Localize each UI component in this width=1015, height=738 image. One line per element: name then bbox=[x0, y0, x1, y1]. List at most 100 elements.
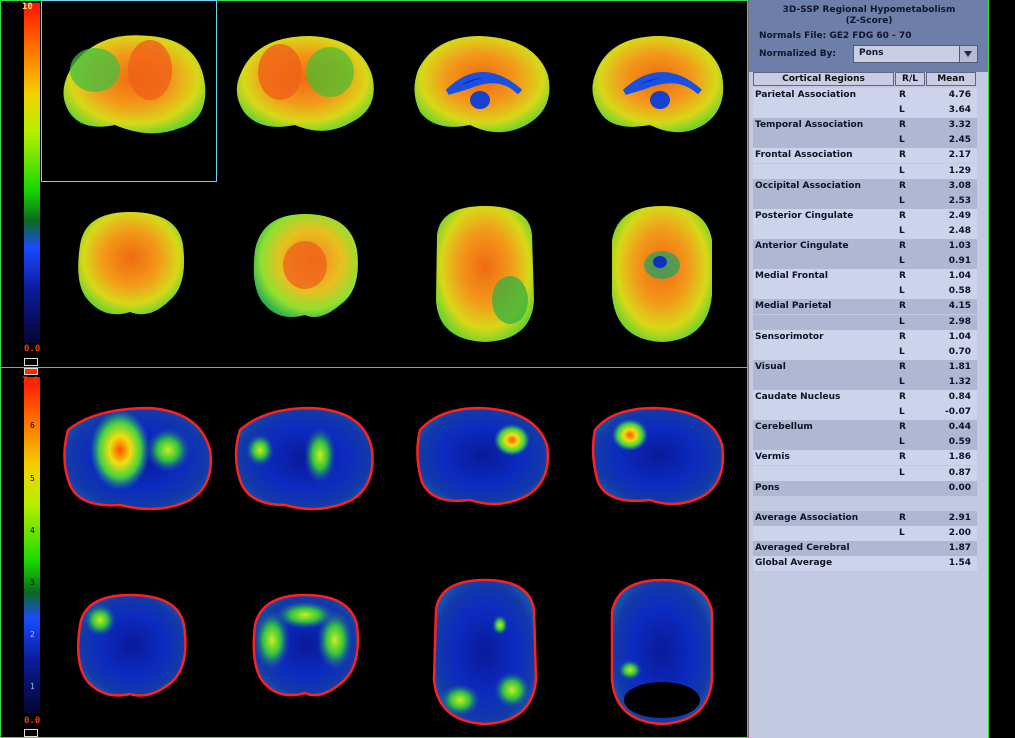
table-row[interactable]: L 0.59 bbox=[753, 435, 977, 451]
region-mean: 1.87 bbox=[948, 543, 971, 553]
table-row[interactable]: Medial Parietal R 4.15 bbox=[753, 299, 977, 315]
table-row[interactable]: L 0.87 bbox=[753, 465, 977, 481]
table-row[interactable]: L 2.48 bbox=[753, 223, 977, 239]
region-mean: 4.15 bbox=[948, 301, 971, 312]
brain-projections bbox=[63, 35, 725, 726]
region-name: Temporal Association bbox=[755, 120, 864, 131]
region-side: R bbox=[899, 271, 906, 282]
region-side: L bbox=[899, 256, 905, 267]
lower-anterior-view bbox=[77, 593, 187, 697]
table-row[interactable]: Anterior Cingulate R 1.03 bbox=[753, 239, 977, 254]
region-mean: 1.03 bbox=[948, 241, 971, 251]
table-row[interactable]: L 2.00 bbox=[753, 525, 977, 541]
table-row[interactable]: Average Association R 2.91 bbox=[753, 510, 977, 526]
table-row[interactable]: L 1.29 bbox=[753, 163, 977, 179]
region-mean: 3.32 bbox=[948, 120, 971, 131]
region-side: L bbox=[899, 105, 905, 116]
table-row[interactable]: Posterior Cingulate R 2.49 bbox=[753, 208, 977, 224]
header-mean[interactable]: Mean bbox=[926, 72, 976, 86]
region-mean: 2.45 bbox=[948, 135, 971, 146]
chevron-down-icon[interactable] bbox=[959, 46, 977, 62]
region-side: R bbox=[899, 361, 906, 372]
right-edge-strip bbox=[988, 0, 1015, 738]
table-row[interactable]: Caudate Nucleus R 0.84 bbox=[753, 390, 977, 405]
region-side: R bbox=[899, 210, 906, 221]
normalized-by-label: Normalized By: bbox=[759, 49, 837, 59]
region-mean: 3.08 bbox=[948, 180, 971, 191]
panel-title: 3D-SSP Regional Hypometabolism bbox=[782, 5, 956, 15]
region-mean: 2.49 bbox=[948, 210, 971, 221]
panel-subtitle: (Z-Score) bbox=[845, 16, 893, 26]
region-side: L bbox=[899, 346, 905, 357]
region-name: Global Average bbox=[755, 558, 833, 569]
table-row[interactable]: L 0.91 bbox=[753, 254, 977, 270]
region-side: L bbox=[899, 527, 905, 538]
lower-inferior-view bbox=[610, 578, 714, 726]
table-row[interactable] bbox=[753, 496, 977, 511]
region-mean: 2.91 bbox=[948, 512, 971, 523]
table-row[interactable]: L 2.98 bbox=[753, 314, 977, 330]
region-mean: 0.70 bbox=[948, 346, 971, 357]
region-side: L bbox=[899, 316, 905, 327]
table-row[interactable]: Parietal Association R 4.76 bbox=[753, 88, 977, 103]
region-mean: 0.91 bbox=[948, 256, 971, 267]
table-row[interactable]: L 0.70 bbox=[753, 344, 977, 360]
lower-posterior-view bbox=[252, 593, 360, 697]
region-mean: 0.84 bbox=[948, 392, 971, 402]
region-mean: 3.64 bbox=[948, 105, 971, 116]
table-row[interactable]: L 1.32 bbox=[753, 374, 977, 390]
region-name: Sensorimotor bbox=[755, 331, 824, 342]
upper-anterior-view bbox=[78, 212, 185, 315]
region-name: Frontal Association bbox=[755, 150, 853, 161]
table-row[interactable]: L 2.53 bbox=[753, 193, 977, 209]
table-row[interactable]: L 3.64 bbox=[753, 103, 977, 119]
table-row[interactable]: Pons 0.00 bbox=[753, 480, 977, 496]
region-side: L bbox=[899, 165, 905, 176]
table-row[interactable]: Visual R 1.81 bbox=[753, 359, 977, 375]
region-side: R bbox=[899, 180, 906, 191]
region-name: Medial Parietal bbox=[755, 301, 832, 312]
table-row[interactable]: Sensorimotor R 1.04 bbox=[753, 329, 977, 345]
region-mean: 1.29 bbox=[948, 165, 971, 176]
region-name: Caudate Nucleus bbox=[755, 392, 841, 402]
region-mean: 1.81 bbox=[948, 361, 971, 372]
region-mean: 1.04 bbox=[948, 331, 971, 342]
brain-image-viewer[interactable]: 10 0.0 7.0 6 5 4 3 2 1 0.0 bbox=[0, 0, 748, 738]
region-mean: -0.07 bbox=[945, 407, 971, 418]
region-mean: 1.04 bbox=[948, 271, 971, 282]
table-row[interactable]: Temporal Association R 3.32 bbox=[753, 118, 977, 134]
lower-left-lateral-view bbox=[234, 406, 374, 511]
region-name: Anterior Cingulate bbox=[755, 241, 849, 251]
table-row[interactable]: L 2.45 bbox=[753, 133, 977, 149]
region-name: Medial Frontal bbox=[755, 271, 828, 282]
normalized-by-select[interactable]: Pons bbox=[853, 45, 978, 63]
upper-right-medial-view bbox=[414, 36, 550, 133]
upper-left-medial-view bbox=[592, 36, 724, 133]
table-row[interactable]: Averaged Cerebral 1.87 bbox=[753, 541, 977, 556]
table-row[interactable]: Medial Frontal R 1.04 bbox=[753, 269, 977, 285]
region-mean: 2.00 bbox=[948, 527, 971, 538]
region-mean: 2.53 bbox=[948, 195, 971, 206]
table-row[interactable]: Vermis R 1.86 bbox=[753, 450, 977, 466]
upper-posterior-view bbox=[253, 214, 358, 318]
table-row[interactable]: L -0.07 bbox=[753, 405, 977, 421]
header-side[interactable]: R/L bbox=[895, 72, 925, 86]
table-row[interactable]: Cerebellum R 0.44 bbox=[753, 420, 977, 436]
region-mean: 2.17 bbox=[948, 150, 971, 161]
region-name: Cerebellum bbox=[755, 422, 813, 433]
header-cortical-regions[interactable]: Cortical Regions bbox=[753, 72, 894, 86]
region-mean: 0.87 bbox=[948, 467, 971, 478]
table-row[interactable]: Global Average 1.54 bbox=[753, 556, 977, 572]
region-side: R bbox=[899, 331, 906, 342]
table-row[interactable]: L 0.58 bbox=[753, 284, 977, 300]
region-name: Vermis bbox=[755, 452, 790, 463]
region-name: Parietal Association bbox=[755, 90, 856, 100]
lower-left-medial-view bbox=[591, 406, 725, 506]
region-side: R bbox=[899, 422, 906, 433]
region-side: L bbox=[899, 286, 905, 297]
table-row[interactable]: Occipital Association R 3.08 bbox=[753, 178, 977, 194]
table-row[interactable]: Frontal Association R 2.17 bbox=[753, 148, 977, 164]
upper-inferior-view bbox=[612, 206, 712, 342]
region-mean: 2.48 bbox=[948, 225, 971, 236]
region-mean: 0.00 bbox=[948, 482, 971, 493]
